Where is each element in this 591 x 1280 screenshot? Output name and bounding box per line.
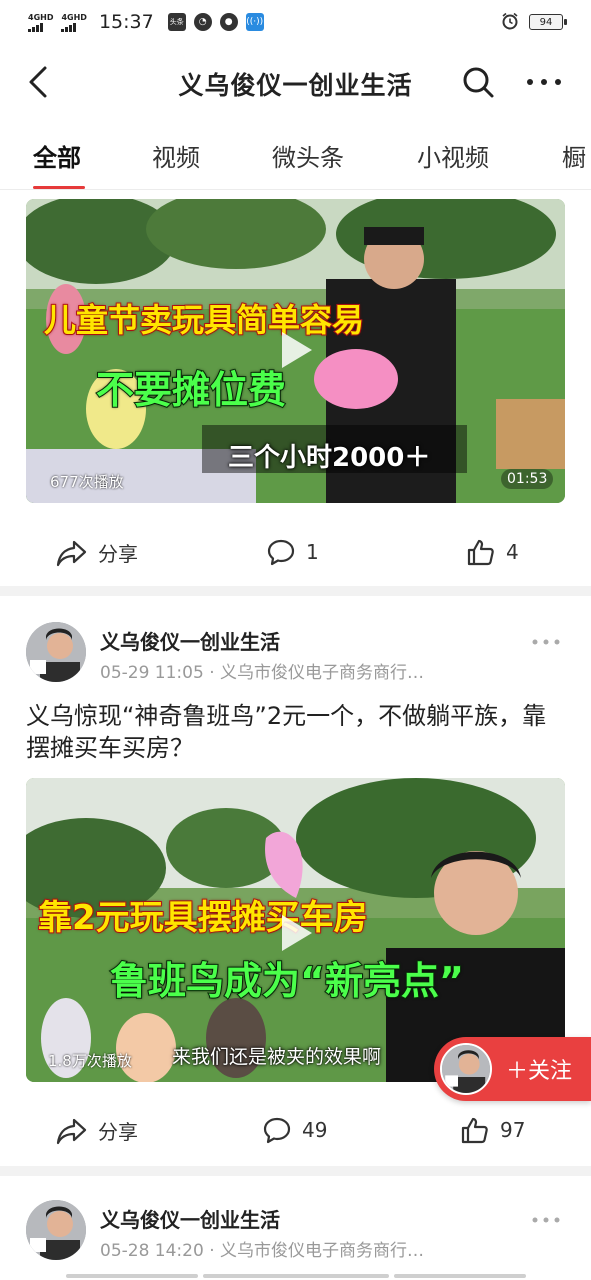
post-author-row: 义乌俊仪一创业生活 05-29 11:05 · 义乌市俊仪电子商务商行… [0,620,591,690]
follow-button[interactable]: ＋关注 [434,1037,591,1101]
network-type-2: 4GHD [61,12,87,22]
status-bar: 4GHD 4GHD 15:37 头条 ◔ ● ((·)) 94 [0,0,591,44]
author-avatar[interactable] [26,622,86,682]
like-count: 97 [500,1118,526,1142]
video-caption-middle: 不要摊位费 [95,367,287,413]
follow-label: ＋关注 [506,1059,573,1084]
active-tab-indicator [33,186,85,189]
post-actions: 分享 49 97 [0,1102,591,1162]
tab-showcase[interactable]: 橱 [562,138,586,173]
tab-micro-headline[interactable]: 微头条 [272,138,344,173]
comment-icon [263,1117,291,1144]
post-more-button[interactable] [528,1210,564,1230]
play-icon [282,915,312,951]
search-button[interactable] [458,64,498,100]
video-thumbnail[interactable]: 儿童节卖玩具简单容易 不要摊位费 三个小时2000＋ 677次播放 01:53 [26,199,565,503]
post-meta: 05-29 11:05 · 义乌市俊仪电子商务商行… [100,663,425,683]
alarm-icon [501,12,519,33]
share-button[interactable]: 分享 [56,1116,138,1145]
more-options-button[interactable] [522,64,566,100]
signal-icon: 4GHD [28,13,53,32]
video-duration: 01:53 [501,469,554,489]
share-label: 分享 [98,1120,138,1144]
signal-icon-2: 4GHD [61,12,87,32]
share-button[interactable]: 分享 [56,538,138,567]
more-dots-icon [532,639,560,645]
comment-button[interactable]: 49 [262,1116,327,1144]
video-caption-bottom: 三个小时2000＋ [228,443,431,473]
status-time: 15:37 [98,11,154,33]
share-label: 分享 [98,542,138,566]
post-divider [0,586,591,596]
post-more-button[interactable] [528,632,564,652]
status-right: 94 [501,12,567,33]
video-caption-middle: 鲁班鸟成为“新亮点” [109,958,465,1004]
comment-icon [267,539,295,566]
tab-all[interactable]: 全部 [33,138,81,173]
post-divider [0,1166,591,1176]
more-dots-icon [527,79,561,85]
nav-indicator [66,1274,198,1278]
battery-icon: 94 [529,14,567,30]
video-subtitle: 来我们还是被夹的效果啊 [172,1046,382,1068]
tab-short-video[interactable]: 小视频 [417,138,489,173]
play-count: 1.8万次播放 [48,1052,132,1070]
page-title: 义乌俊仪一创业生活 [178,71,413,100]
play-button[interactable] [272,325,322,375]
comment-count: 1 [306,540,319,564]
nav-indicator [203,1274,389,1278]
message-bubble-icon: ● [219,13,238,31]
app-header: 义乌俊仪一创业生活 [0,44,591,120]
hotspot-icon: ((·)) [245,13,264,31]
comment-count: 49 [302,1118,328,1142]
author-avatar[interactable] [26,1200,86,1260]
search-icon [463,67,494,98]
share-icon [56,540,87,566]
post-author-row: 义乌俊仪一创业生活 05-28 14:20 · 义乌市俊仪电子商务商行… [0,1198,591,1268]
play-button[interactable] [272,908,322,958]
post-meta: 05-28 14:20 · 义乌市俊仪电子商务商行… [100,1241,425,1261]
post-actions: 分享 1 4 [0,524,591,584]
status-left: 4GHD 4GHD 15:37 头条 ◔ ● ((·)) [28,11,264,33]
comment-button[interactable]: 1 [266,538,319,566]
like-count: 4 [506,540,519,564]
battery-level: 94 [539,16,553,28]
like-button[interactable]: 4 [466,538,519,566]
tab-bar: 全部 视频 微头条 小视频 橱 [0,120,591,190]
follow-avatar [440,1043,492,1095]
network-type-1: 4GHD [28,12,54,22]
share-icon [56,1118,87,1144]
play-icon [282,332,312,368]
post-title[interactable]: 义乌惊现“神奇鲁班鸟”2元一个，不做躺平族，靠摆摊买车买房？ [26,700,566,764]
compass-icon: ◔ [193,13,212,31]
nav-indicator [394,1274,526,1278]
like-button[interactable]: 97 [460,1116,525,1144]
thumbs-up-icon [461,1117,488,1144]
tab-video[interactable]: 视频 [152,138,200,173]
play-count: 677次播放 [50,473,124,491]
more-dots-icon [532,1217,560,1223]
toutiao-app-icon: 头条 [167,13,186,31]
author-name[interactable]: 义乌俊仪一创业生活 [100,626,280,655]
thumbs-up-icon [467,539,494,566]
author-name[interactable]: 义乌俊仪一创业生活 [100,1204,280,1233]
